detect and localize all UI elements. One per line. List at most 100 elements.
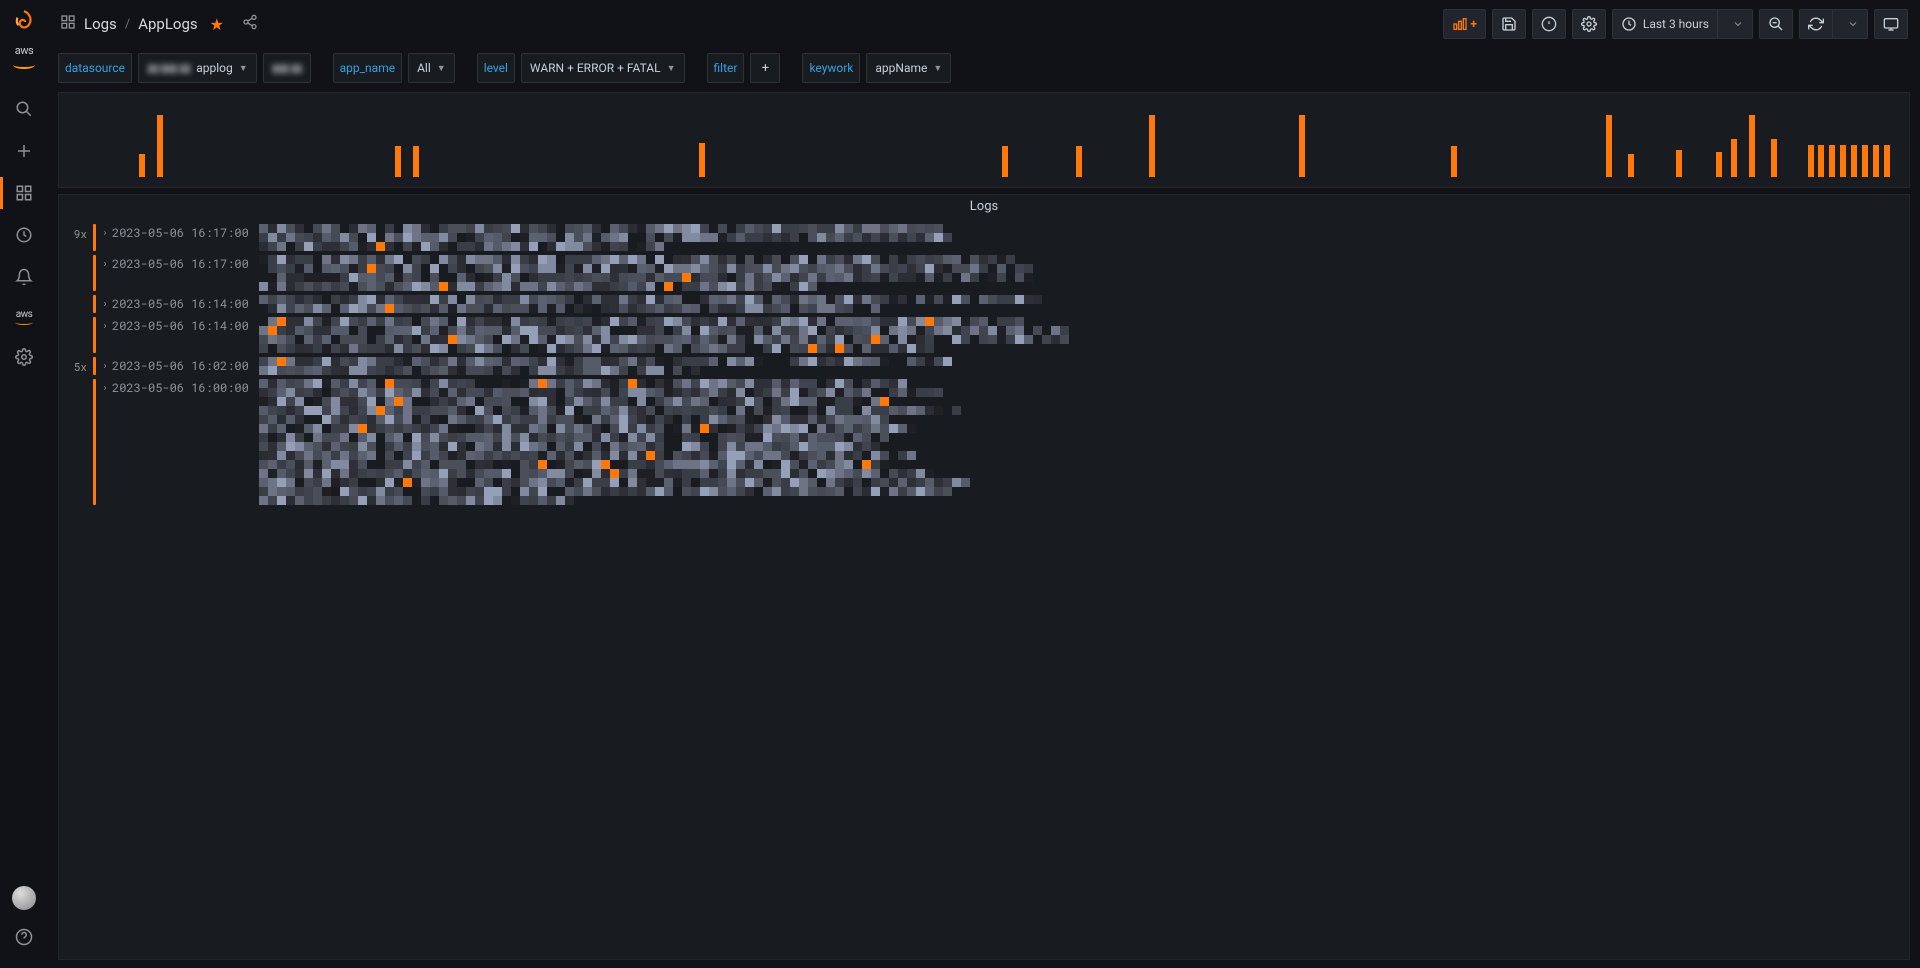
expand-row-icon[interactable]: ›: [102, 255, 112, 270]
plus-icon[interactable]: [14, 141, 34, 161]
histogram-bar[interactable]: [1002, 146, 1008, 177]
row-message: [259, 317, 1901, 353]
histogram-bar[interactable]: [1076, 146, 1082, 177]
var-unknown-select[interactable]: ▮▮▮ ▮▮: [263, 53, 311, 83]
add-filter-button[interactable]: +: [750, 53, 780, 83]
star-icon[interactable]: ★: [210, 15, 224, 34]
histogram-bar[interactable]: [1716, 152, 1722, 177]
row-timestamp: 2023-05-06 16:00:00: [112, 379, 259, 396]
expand-row-icon[interactable]: ›: [102, 295, 112, 310]
var-keyword-select[interactable]: appName ▼: [866, 53, 951, 83]
aws-brand-label: aws: [15, 44, 33, 57]
expand-row-icon[interactable]: ›: [102, 224, 112, 239]
var-appname-select[interactable]: All ▼: [408, 53, 455, 83]
variable-row: datasource ▮▮ ▮▮▮ ▮▮ applog ▼ ▮▮▮ ▮▮ app…: [48, 48, 1920, 88]
grafana-logo[interactable]: [8, 6, 40, 38]
time-range-label: Last 3 hours: [1643, 17, 1709, 31]
histogram-bar[interactable]: [1818, 145, 1824, 178]
histogram-bar[interactable]: [1829, 145, 1835, 178]
chevron-down-icon: ▼: [667, 63, 676, 74]
log-row[interactable]: 5x ›2023-05-06 16:02:00: [67, 355, 1901, 377]
histogram-bar[interactable]: [1749, 115, 1755, 177]
histogram-bar[interactable]: [1731, 139, 1737, 177]
log-row[interactable]: ›2023-05-06 16:14:00: [67, 315, 1901, 355]
config-icon[interactable]: [14, 347, 34, 367]
zoom-out-button[interactable]: [1759, 9, 1793, 39]
expand-row-icon[interactable]: ›: [102, 317, 112, 332]
row-message: [259, 295, 1901, 313]
var-appname-label: app_name: [333, 53, 402, 83]
logs-panel: Logs 9x›2023-05-06 16:17:00›2023-05-06 1…: [58, 194, 1910, 960]
var-keyword-value: appName: [875, 61, 927, 75]
dashboards-icon[interactable]: [14, 183, 34, 203]
var-datasource-select[interactable]: ▮▮ ▮▮▮ ▮▮ applog ▼: [138, 53, 257, 83]
histogram-bar[interactable]: [1299, 115, 1305, 177]
histogram-bar[interactable]: [1851, 145, 1857, 178]
left-sidebar: aws aws: [0, 0, 48, 968]
histogram-bar[interactable]: [1676, 150, 1682, 177]
logs-panel-title[interactable]: Logs: [59, 195, 1909, 218]
chevron-down-icon[interactable]: [1724, 10, 1752, 38]
alerting-icon[interactable]: [14, 267, 34, 287]
var-appname-value: All: [417, 61, 431, 75]
time-picker-button[interactable]: Last 3 hours: [1612, 9, 1753, 39]
row-count: [67, 379, 93, 381]
level-bar: [93, 317, 96, 353]
dashboards-breadcrumb-icon[interactable]: [60, 14, 76, 34]
explore-icon[interactable]: [14, 225, 34, 245]
row-count: [67, 255, 93, 257]
log-row[interactable]: ›2023-05-06 16:14:00: [67, 293, 1901, 315]
row-timestamp: 2023-05-06 16:02:00: [112, 357, 259, 374]
share-icon[interactable]: [242, 14, 258, 34]
histogram-bar[interactable]: [1149, 115, 1155, 177]
search-icon[interactable]: [14, 99, 34, 119]
histogram-bar[interactable]: [1862, 145, 1868, 178]
chevron-down-icon[interactable]: [1839, 10, 1867, 38]
row-count: 5x: [67, 357, 93, 374]
row-message: [259, 224, 1901, 251]
save-button[interactable]: [1492, 9, 1526, 39]
log-row[interactable]: ›2023-05-06 16:17:00: [67, 253, 1901, 293]
user-avatar[interactable]: [12, 886, 36, 910]
main-content: Logs 9x›2023-05-06 16:17:00›2023-05-06 1…: [58, 92, 1910, 960]
histogram-bar[interactable]: [1451, 146, 1457, 177]
histogram-bar[interactable]: [1808, 145, 1814, 178]
aws-nav-icon[interactable]: aws: [14, 309, 34, 325]
histogram-bar[interactable]: [1884, 145, 1890, 178]
chevron-down-icon: ▼: [437, 63, 446, 74]
breadcrumb-root[interactable]: Logs: [84, 15, 117, 33]
log-row[interactable]: 9x›2023-05-06 16:17:00: [67, 222, 1901, 253]
settings-button[interactable]: [1572, 9, 1606, 39]
logs-body[interactable]: 9x›2023-05-06 16:17:00›2023-05-06 16:17:…: [59, 218, 1909, 959]
dashboard-insights-button[interactable]: [1532, 9, 1566, 39]
histogram-bar[interactable]: [1606, 115, 1612, 177]
row-count: [67, 317, 93, 319]
help-icon[interactable]: [15, 928, 33, 950]
histogram-panel[interactable]: [58, 92, 1910, 188]
histogram-bar[interactable]: [1840, 145, 1846, 178]
histogram-bar[interactable]: [395, 146, 401, 177]
expand-row-icon[interactable]: ›: [102, 357, 112, 372]
histogram-bar[interactable]: [1771, 139, 1777, 177]
histogram-bar[interactable]: [699, 143, 705, 177]
histogram-bar[interactable]: [139, 154, 145, 177]
var-datasource-value: applog: [196, 61, 233, 75]
var-level-select[interactable]: WARN + ERROR + FATAL ▼: [521, 53, 685, 83]
var-filter-label: filter: [707, 53, 745, 83]
histogram-bar[interactable]: [413, 146, 419, 177]
var-level-value: WARN + ERROR + FATAL: [530, 61, 661, 75]
blur-value: ▮▮▮ ▮▮: [272, 61, 302, 75]
expand-row-icon[interactable]: ›: [102, 379, 112, 394]
refresh-button[interactable]: [1799, 9, 1868, 39]
kiosk-button[interactable]: [1874, 9, 1908, 39]
level-bar: [93, 357, 96, 375]
log-row[interactable]: ›2023-05-06 16:00:00: [67, 377, 1901, 507]
histogram-bar[interactable]: [1628, 154, 1634, 177]
row-count: 9x: [67, 224, 93, 241]
page-title: AppLogs: [138, 15, 197, 33]
histogram-bar[interactable]: [157, 115, 163, 177]
histogram-bar[interactable]: [1873, 145, 1879, 178]
level-bar: [93, 295, 96, 313]
var-datasource-label: datasource: [58, 53, 132, 83]
add-panel-button[interactable]: +: [1443, 9, 1486, 39]
